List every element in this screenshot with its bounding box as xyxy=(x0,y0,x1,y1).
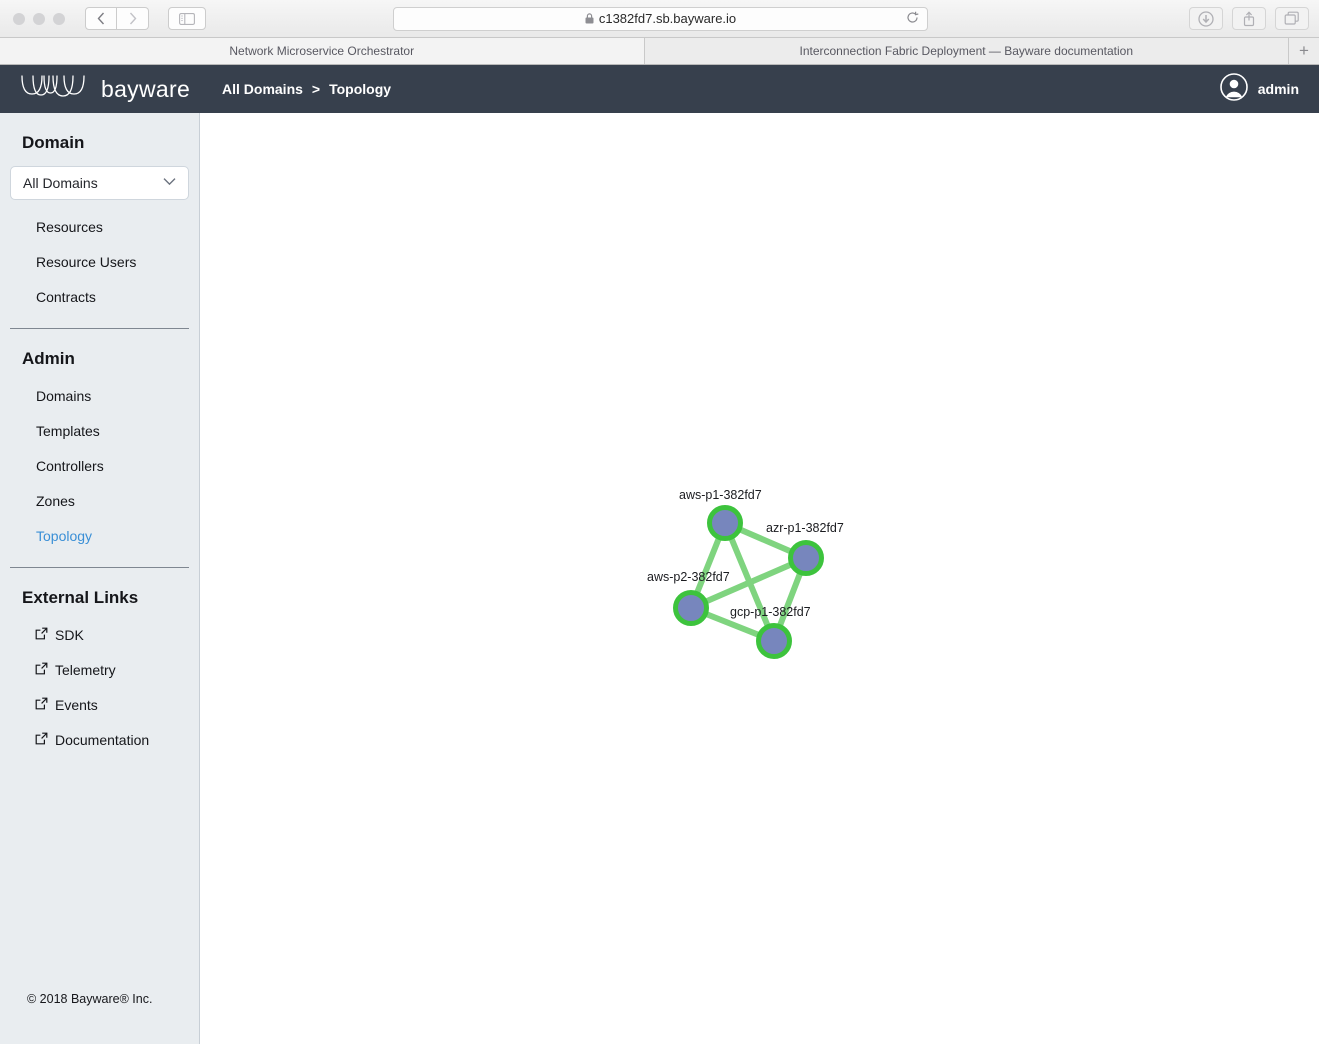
topology-node[interactable] xyxy=(788,540,824,576)
share-icon xyxy=(1243,10,1255,26)
app-logo[interactable]: bayware xyxy=(0,73,200,106)
sidebar-item-domains[interactable]: Domains xyxy=(0,379,199,414)
browser-tab-strip: Network Microservice Orchestrator Interc… xyxy=(0,38,1319,65)
sidebar-item-controllers[interactable]: Controllers xyxy=(0,449,199,484)
breadcrumb-current: Topology xyxy=(329,81,392,97)
breadcrumb: All Domains > Topology xyxy=(222,81,391,97)
external-link-icon xyxy=(35,730,48,751)
external-link-icon xyxy=(35,660,48,681)
sidebar-item-events[interactable]: Events xyxy=(0,688,199,723)
sidebar-heading-external-links: External Links xyxy=(22,588,139,607)
navigation-buttons xyxy=(85,7,149,30)
plus-icon: + xyxy=(1299,41,1309,60)
topology-node[interactable] xyxy=(673,590,709,626)
domain-select[interactable]: All Domains xyxy=(10,166,189,200)
sidebar-item-documentation-label: Documentation xyxy=(55,732,150,748)
external-link-icon xyxy=(35,695,48,716)
tab-overview-icon xyxy=(1284,11,1299,25)
new-tab-button[interactable]: + xyxy=(1289,38,1319,64)
breadcrumb-separator: > xyxy=(311,81,321,97)
topology-node-label: gcp-p1-382fd7 xyxy=(730,605,811,619)
user-avatar-icon xyxy=(1219,72,1248,106)
window-traffic-lights xyxy=(0,12,65,25)
domain-select-value: All Domains xyxy=(23,175,98,191)
topology-node-label: aws-p1-382fd7 xyxy=(679,488,762,502)
sidebar-toggle-icon xyxy=(179,12,195,25)
sidebar-item-resource-users[interactable]: Resource Users xyxy=(0,245,199,280)
sidebar-item-telemetry-label: Telemetry xyxy=(55,662,116,678)
sidebar-footer-copyright: © 2018 Bayware® Inc. xyxy=(27,992,153,1006)
sidebar-item-topology[interactable]: Topology xyxy=(0,519,199,554)
downloads-button[interactable] xyxy=(1189,7,1223,30)
sidebar-heading-domain: Domain xyxy=(22,133,85,152)
topology-canvas[interactable]: aws-p1-382fd7 azr-p1-382fd7 aws-p2-382fd7 g… xyxy=(200,113,1319,1044)
sidebar-item-telemetry[interactable]: Telemetry xyxy=(0,653,199,688)
user-menu[interactable]: admin xyxy=(1219,72,1299,106)
chevron-right-icon xyxy=(129,12,136,25)
browser-tab-0[interactable]: Network Microservice Orchestrator xyxy=(0,38,645,64)
sidebar-toggle-button[interactable] xyxy=(168,7,206,30)
topology-graph[interactable] xyxy=(200,113,1319,1044)
browser-toolbar: c1382fd7.sb.bayware.io xyxy=(0,0,1319,38)
sidebar-item-events-label: Events xyxy=(55,697,98,713)
minimize-window-button[interactable] xyxy=(33,12,45,25)
chevron-down-icon xyxy=(163,175,176,189)
app-body: Domain All Domains Resources Resource Us… xyxy=(0,113,1319,1044)
browser-toolbar-right-buttons xyxy=(1189,7,1309,30)
sidebar-item-documentation[interactable]: Documentation xyxy=(0,723,199,758)
sidebar-heading-admin: Admin xyxy=(22,349,75,368)
chevron-left-icon xyxy=(97,12,105,25)
breadcrumb-root[interactable]: All Domains xyxy=(222,81,303,97)
sidebar-item-resources[interactable]: Resources xyxy=(0,210,199,245)
app-header: bayware All Domains > Topology admin xyxy=(0,65,1319,113)
user-name-label: admin xyxy=(1257,81,1299,97)
browser-tab-1-title: Interconnection Fabric Deployment — Bayw… xyxy=(799,44,1133,58)
topology-node-label: azr-p1-382fd7 xyxy=(766,521,844,535)
address-bar[interactable]: c1382fd7.sb.bayware.io xyxy=(393,6,928,31)
topology-node[interactable] xyxy=(756,623,792,659)
sidebar-item-sdk-label: SDK xyxy=(55,627,84,643)
close-window-button[interactable] xyxy=(13,12,25,25)
sidebar-item-zones[interactable]: Zones xyxy=(0,484,199,519)
sidebar-nav-domain: Resources Resource Users Contracts xyxy=(0,210,199,315)
sidebar-item-templates[interactable]: Templates xyxy=(0,414,199,449)
sidebar: Domain All Domains Resources Resource Us… xyxy=(0,113,200,1044)
sidebar-item-contracts[interactable]: Contracts xyxy=(0,280,199,315)
sidebar-item-sdk[interactable]: SDK xyxy=(0,618,199,653)
app-logo-text: bayware xyxy=(101,75,191,102)
topology-node[interactable] xyxy=(707,505,743,541)
topology-node-label: aws-p2-382fd7 xyxy=(647,570,730,584)
reload-icon xyxy=(907,11,919,23)
external-link-icon xyxy=(35,625,48,646)
bayware-wave-logo-icon xyxy=(20,73,92,106)
download-icon xyxy=(1198,10,1214,27)
sidebar-nav-external-links: SDK Telemetry Events Documentation xyxy=(0,618,199,758)
reload-button[interactable] xyxy=(906,11,919,27)
lock-icon xyxy=(585,13,594,24)
tab-overview-button[interactable] xyxy=(1275,7,1309,30)
browser-tab-0-title: Network Microservice Orchestrator xyxy=(229,44,415,58)
address-bar-url: c1382fd7.sb.bayware.io xyxy=(598,11,737,26)
share-button[interactable] xyxy=(1232,7,1266,30)
back-button[interactable] xyxy=(85,7,117,30)
maximize-window-button[interactable] xyxy=(53,12,65,25)
forward-button[interactable] xyxy=(117,7,149,30)
sidebar-nav-admin: Domains Templates Controllers Zones Topo… xyxy=(0,379,199,554)
browser-tab-1[interactable]: Interconnection Fabric Deployment — Bayw… xyxy=(644,38,1289,64)
